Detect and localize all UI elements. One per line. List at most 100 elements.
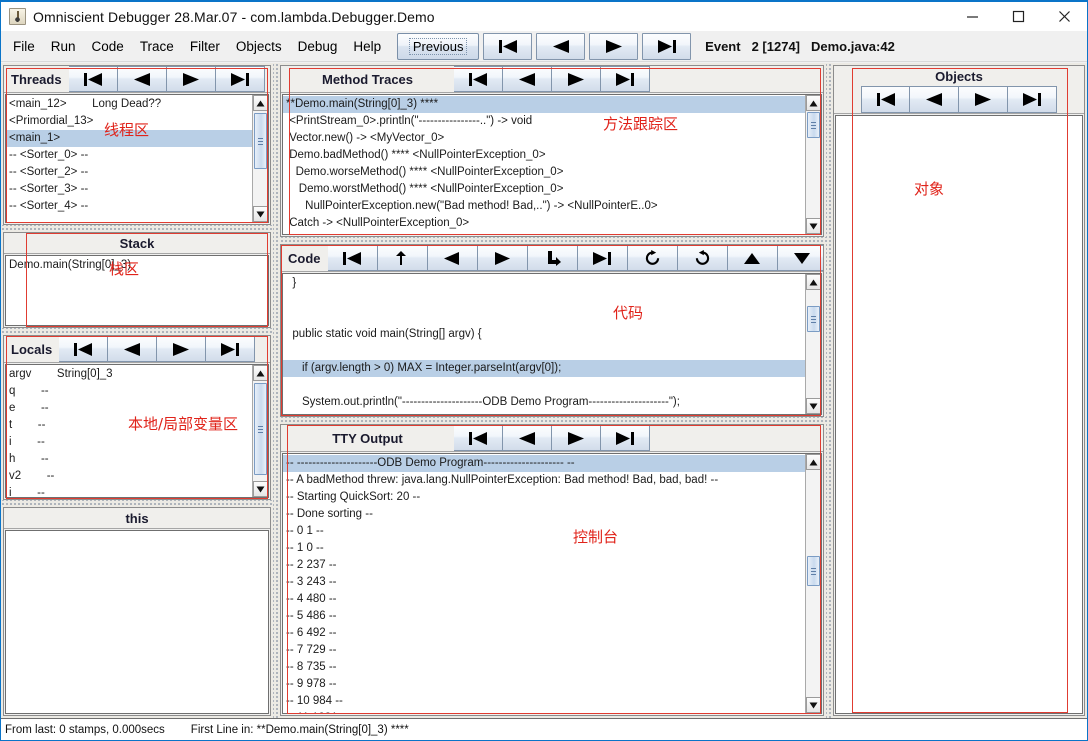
list-item[interactable]: -- 7 729 -- <box>283 642 805 659</box>
list-item[interactable]: -- 3 243 -- <box>283 574 805 591</box>
left-splitter-1[interactable] <box>1 225 273 232</box>
locals-list[interactable]: argv String[0]_3 q -- e -- t -- i -- h -- v2 -… <box>6 365 252 497</box>
tty-prev-button[interactable] <box>503 425 552 451</box>
tty-last-button[interactable] <box>601 425 650 451</box>
locals-scrollbar[interactable] <box>252 365 268 497</box>
list-item[interactable]: -- Starting QuickSort: 20 -- <box>283 489 805 506</box>
scroll-down-icon[interactable] <box>253 481 268 497</box>
locals-first-button[interactable] <box>59 336 109 362</box>
threads-scroll-track[interactable] <box>253 111 268 206</box>
scroll-up-icon[interactable] <box>806 274 821 290</box>
tty-first-button[interactable] <box>454 425 503 451</box>
code-step-first-button[interactable] <box>327 245 378 271</box>
column-splitter-left[interactable] <box>273 63 280 718</box>
list-item[interactable]: -- 4 480 -- <box>283 591 805 608</box>
middle-splitter-2[interactable] <box>280 417 826 424</box>
code-step-back-button[interactable] <box>427 245 478 271</box>
code-step-forward-button[interactable] <box>477 245 528 271</box>
list-item[interactable]: h -- <box>6 451 252 468</box>
list-item[interactable]: -- 5 486 -- <box>283 608 805 625</box>
left-splitter-3[interactable] <box>1 500 273 507</box>
list-item[interactable]: <Primordial_13> <box>6 113 252 130</box>
scroll-down-icon[interactable] <box>806 398 821 414</box>
list-item[interactable]: -- 0 1 -- <box>283 523 805 540</box>
method-traces-scroll-thumb[interactable] <box>807 112 820 138</box>
toolbar-next-button[interactable] <box>589 32 639 60</box>
scroll-down-icon[interactable] <box>806 697 821 713</box>
list-item[interactable]: <main_12> Long Dead?? <box>6 96 252 113</box>
menu-code[interactable]: Code <box>84 35 132 58</box>
menu-help[interactable]: Help <box>345 35 389 58</box>
menu-file[interactable]: File <box>5 35 43 58</box>
code-undo-button[interactable] <box>677 245 728 271</box>
objects-next-button[interactable] <box>959 86 1008 113</box>
method-traces-scroll-track[interactable] <box>806 111 821 218</box>
menu-trace[interactable]: Trace <box>132 35 182 58</box>
list-item[interactable]: -- 1 0 -- <box>283 540 805 557</box>
code-scroll-track[interactable] <box>806 290 821 398</box>
list-item[interactable]: argv String[0]_3 <box>6 366 252 383</box>
list-item[interactable]: Catch -> <NullPointerException_0> <box>283 215 805 232</box>
tty-scroll-track[interactable] <box>806 470 821 697</box>
list-item[interactable]: -- <Sorter_0> -- <box>6 147 252 164</box>
list-item[interactable] <box>283 292 805 309</box>
list-item[interactable]: -- 6 492 -- <box>283 625 805 642</box>
list-item[interactable]: Demo.worseMethod() **** <NullPointerExce… <box>283 164 805 181</box>
tty-next-button[interactable] <box>552 425 601 451</box>
locals-last-button[interactable] <box>206 336 256 362</box>
list-item[interactable]: -- A badMethod threw: java.lang.NullPoin… <box>283 472 805 489</box>
tty-list[interactable]: -- ---------------------ODB Demo Program… <box>283 454 805 713</box>
method-traces-last-button[interactable] <box>601 66 650 92</box>
left-splitter-2[interactable] <box>1 328 273 335</box>
list-item[interactable]: System.out.println("--------------------… <box>283 394 805 411</box>
code-scroll-up-button[interactable] <box>727 245 778 271</box>
scroll-up-icon[interactable] <box>253 365 268 381</box>
list-item[interactable]: if (argv.length > 0) MAX = Integer.parse… <box>283 360 805 377</box>
list-item[interactable]: i -- <box>6 434 252 451</box>
tty-scrollbar[interactable] <box>805 454 821 713</box>
list-item[interactable]: Vector.new() -> <MyVector_0> <box>283 130 805 147</box>
list-item[interactable]: -- <Sorter_3> -- <box>6 181 252 198</box>
list-item[interactable]: <PrintStream_0>.println("---------------… <box>283 113 805 130</box>
list-item[interactable]: NullPointerException.new("Bad method! Ba… <box>283 198 805 215</box>
method-traces-scrollbar[interactable] <box>805 95 821 234</box>
code-list[interactable]: } public static void main(String[] argv)… <box>283 274 805 414</box>
toolbar-last-button[interactable] <box>642 32 692 60</box>
scroll-up-icon[interactable] <box>253 95 268 111</box>
threads-scroll-thumb[interactable] <box>254 113 267 169</box>
code-scroll-thumb[interactable] <box>807 306 820 332</box>
objects-first-button[interactable] <box>861 86 910 113</box>
scroll-up-icon[interactable] <box>806 95 821 111</box>
method-traces-next-button[interactable] <box>552 66 601 92</box>
code-scroll-down-button[interactable] <box>777 245 823 271</box>
list-item[interactable]: -- 2 237 -- <box>283 557 805 574</box>
column-splitter-right[interactable] <box>826 63 833 718</box>
list-item[interactable]: -- 9 978 -- <box>283 676 805 693</box>
toolbar-prev-button[interactable] <box>536 32 586 60</box>
maximize-button[interactable] <box>995 2 1041 31</box>
scroll-up-icon[interactable] <box>806 454 821 470</box>
list-item[interactable]: <main_1> <box>6 130 252 147</box>
list-item[interactable]: Demo.main(String[0]_3) <box>6 257 268 274</box>
list-item[interactable]: -- 10 984 -- <box>283 693 805 710</box>
menu-objects[interactable]: Objects <box>228 35 290 58</box>
list-item[interactable]: -- 8 735 -- <box>283 659 805 676</box>
previous-button[interactable]: Previous <box>397 32 480 60</box>
list-item[interactable]: e -- <box>6 400 252 417</box>
list-item[interactable]: q -- <box>6 383 252 400</box>
threads-first-button[interactable] <box>68 66 118 92</box>
scroll-down-icon[interactable] <box>806 218 821 234</box>
list-item[interactable] <box>283 343 805 360</box>
middle-splitter-1[interactable] <box>280 237 826 244</box>
method-traces-list[interactable]: **Demo.main(String[0]_3) **** <PrintStre… <box>283 95 805 234</box>
list-item[interactable] <box>283 309 805 326</box>
stack-list[interactable]: Demo.main(String[0]_3) <box>6 256 268 325</box>
list-item[interactable]: -- <Sorter_2> -- <box>6 164 252 181</box>
threads-prev-button[interactable] <box>117 66 167 92</box>
scroll-down-icon[interactable] <box>253 206 268 222</box>
code-step-into-button[interactable] <box>527 245 578 271</box>
list-item[interactable]: **Demo.main(String[0]_3) **** <box>283 96 805 113</box>
list-item[interactable] <box>283 377 805 394</box>
menu-debug[interactable]: Debug <box>290 35 346 58</box>
locals-next-button[interactable] <box>157 336 207 362</box>
